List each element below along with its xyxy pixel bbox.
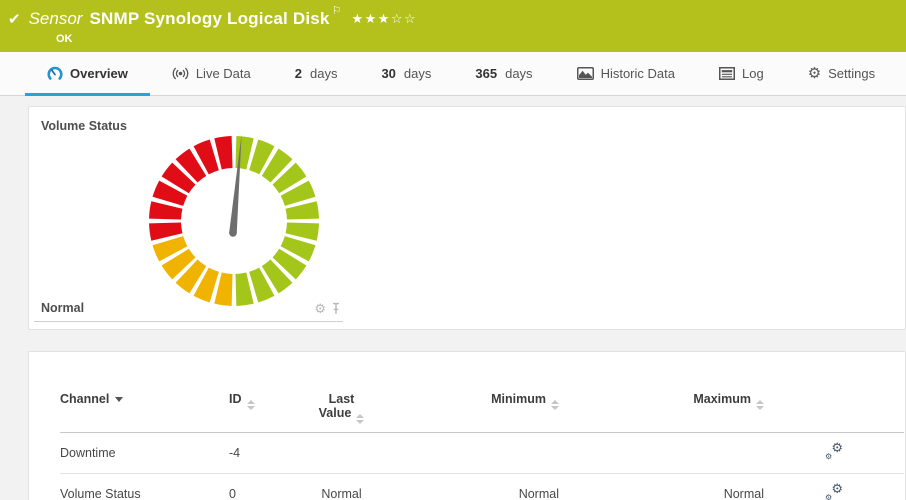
column-header-channel[interactable]: Channel xyxy=(60,392,229,433)
sort-icon xyxy=(756,400,764,410)
priority-stars[interactable]: ★★★☆☆ xyxy=(351,11,417,27)
tab-number: 30 xyxy=(381,66,395,81)
sensor-title: SNMP Synology Logical Disk xyxy=(89,9,329,29)
volume-status-gauge xyxy=(134,121,334,321)
column-header-maximum[interactable]: Maximum xyxy=(559,392,764,433)
historic-data-icon xyxy=(577,67,594,80)
overview-content: Volume Status Normal ⚙ Channel ID Last V… xyxy=(0,96,906,500)
sensor-title-row: ✔ Sensor SNMP Synology Logical Disk ⚐ ★★… xyxy=(8,7,906,31)
volume-status-gauge-card: Volume Status Normal ⚙ xyxy=(28,106,906,330)
sort-desc-icon xyxy=(115,397,123,402)
gauge-title: Volume Status xyxy=(41,119,127,133)
cell-id: -4 xyxy=(229,433,299,474)
sort-icon xyxy=(551,400,559,410)
tab-label: days xyxy=(505,66,532,81)
tab-number: 2 xyxy=(295,66,302,81)
column-label: Last Value xyxy=(319,392,355,420)
column-header-id[interactable]: ID xyxy=(229,392,299,433)
channel-settings-icon[interactable]: ⚙⚙ xyxy=(825,443,843,460)
column-label: Minimum xyxy=(491,392,546,406)
sort-icon xyxy=(247,400,255,410)
cell-channel: Volume Status xyxy=(60,474,229,500)
tab-label: days xyxy=(310,66,337,81)
gauge-footer-icons: ⚙ xyxy=(314,302,341,315)
tab-label: days xyxy=(404,66,431,81)
tab-2-days[interactable]: 2 days xyxy=(273,52,360,95)
column-header-actions xyxy=(764,392,904,433)
check-icon: ✔ xyxy=(8,10,21,28)
log-icon xyxy=(719,67,735,80)
tab-bar: Overview Live Data 2 days 30 days 365 da… xyxy=(0,52,906,96)
stars-empty: ☆☆ xyxy=(391,11,417,26)
tab-label: Live Data xyxy=(196,66,251,81)
column-header-minimum[interactable]: Minimum xyxy=(384,392,559,433)
cell-last-value: Normal xyxy=(299,474,384,500)
tab-label: Log xyxy=(742,66,764,81)
sensor-status-badge: OK xyxy=(56,33,906,45)
tab-number: 365 xyxy=(475,66,497,81)
tab-overview[interactable]: Overview xyxy=(25,52,150,95)
column-label: ID xyxy=(229,392,242,406)
tab-historic-data[interactable]: Historic Data xyxy=(555,52,697,95)
cell-actions: ⚙⚙ xyxy=(764,474,904,500)
sensor-kind-label: Sensor xyxy=(29,9,83,29)
gauge-icon xyxy=(47,66,63,81)
table-header-row: Channel ID Last Value Minimum Maximum xyxy=(60,392,904,433)
tab-label: Settings xyxy=(828,66,875,81)
cell-actions: ⚙⚙ xyxy=(764,433,904,474)
column-label: Maximum xyxy=(693,392,751,406)
sort-icon xyxy=(356,414,364,424)
column-header-last-value[interactable]: Last Value xyxy=(299,392,384,433)
stars-filled: ★★★ xyxy=(351,11,390,26)
sensor-status-header: ✔ Sensor SNMP Synology Logical Disk ⚐ ★★… xyxy=(0,0,906,52)
cell-channel: Downtime xyxy=(60,433,229,474)
tab-log[interactable]: Log xyxy=(697,52,786,95)
pin-icon[interactable] xyxy=(331,302,341,315)
table-row-downtime: Downtime -4 ⚙⚙ xyxy=(60,433,904,474)
tab-live-data[interactable]: Live Data xyxy=(150,52,273,95)
gauge-settings-gear-icon[interactable]: ⚙ xyxy=(314,302,326,315)
cell-id: 0 xyxy=(229,474,299,500)
column-label: Channel xyxy=(60,392,109,406)
cell-minimum xyxy=(384,433,559,474)
live-data-icon xyxy=(172,66,189,81)
cell-minimum: Normal xyxy=(384,474,559,500)
channels-table: Channel ID Last Value Minimum Maximum Do… xyxy=(60,392,904,500)
channels-table-card: Channel ID Last Value Minimum Maximum Do… xyxy=(28,351,906,500)
tab-label: Historic Data xyxy=(601,66,675,81)
tab-30-days[interactable]: 30 days xyxy=(359,52,453,95)
gear-icon: ⚙ xyxy=(808,66,821,81)
gauge-value: Normal xyxy=(41,301,84,315)
cell-last-value xyxy=(299,433,384,474)
flag-icon[interactable]: ⚐ xyxy=(332,4,342,17)
cell-maximum: Normal xyxy=(559,474,764,500)
table-row-volume-status: Volume Status 0 Normal Normal Normal ⚙⚙ xyxy=(60,474,904,500)
gauge-footer: Normal ⚙ xyxy=(34,301,343,322)
tab-label: Overview xyxy=(70,66,128,81)
tab-settings[interactable]: ⚙ Settings xyxy=(786,52,897,95)
channel-settings-icon[interactable]: ⚙⚙ xyxy=(825,484,843,500)
cell-maximum xyxy=(559,433,764,474)
tab-365-days[interactable]: 365 days xyxy=(453,52,554,95)
